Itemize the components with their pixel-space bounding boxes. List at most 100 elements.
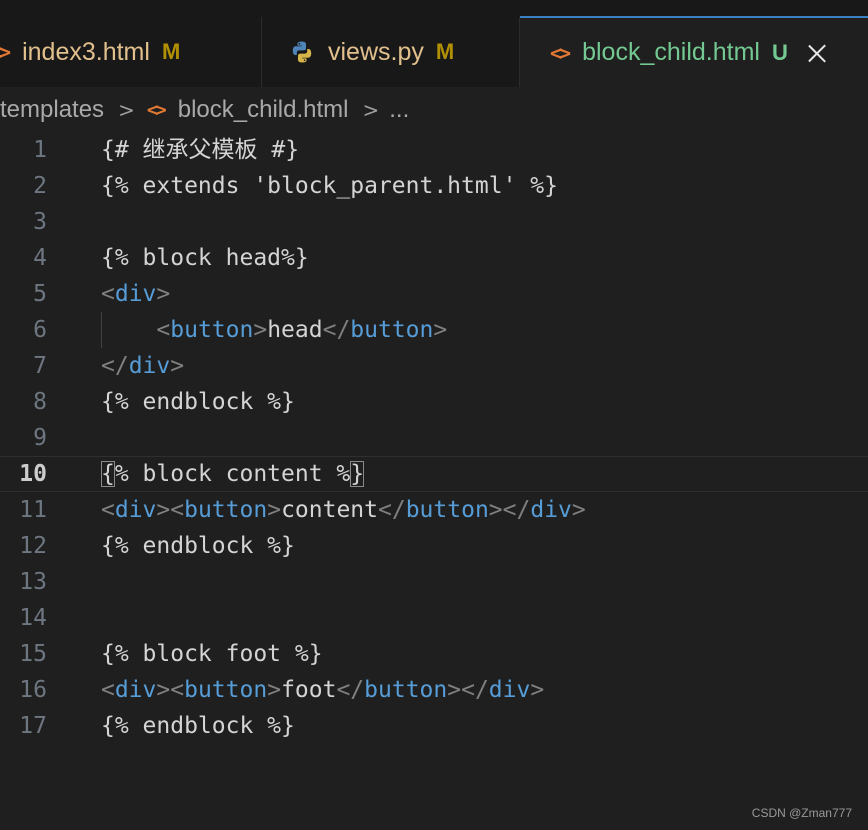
code-token-tag: div — [114, 677, 157, 703]
code-token-punc: >< — [156, 677, 185, 703]
code-token-tpl: {% endblock %} — [101, 713, 295, 739]
code-line[interactable]: 2 {% extends 'block_parent.html' %} — [0, 168, 868, 204]
code-text: <div><button>content</button></div> — [101, 492, 586, 528]
line-number: 10 — [19, 461, 47, 487]
matched-bracket: } — [350, 461, 365, 487]
editor-window: <> index3.html M views.py M <> block_chi… — [0, 0, 868, 830]
line-number: 9 — [33, 425, 47, 451]
breadcrumb: templates > <> block_child.html > ... — [0, 88, 868, 132]
line-number: 3 — [33, 209, 47, 235]
code-token-punc: > — [267, 677, 282, 703]
breadcrumb-file[interactable]: block_child.html — [178, 96, 349, 124]
code-text: {% endblock %} — [101, 384, 295, 420]
code-token-text: foot — [281, 677, 337, 703]
code-text: {% endblock %} — [101, 708, 295, 744]
html-file-icon: <> — [0, 40, 11, 64]
code-token-punc: > — [267, 497, 282, 523]
line-number: 7 — [33, 353, 47, 379]
code-line[interactable]: 6 <button>head</button> — [0, 312, 868, 348]
code-token-tag: button — [405, 497, 489, 523]
code-line[interactable]: 7 </div> — [0, 348, 868, 384]
watermark: CSDN @Zman777 — [751, 806, 852, 820]
untracked-badge: U — [771, 39, 788, 65]
code-token-punc: > — [253, 317, 268, 343]
code-token-punc: < — [156, 317, 171, 343]
code-text: {% block head%} — [101, 240, 309, 276]
code-line[interactable]: 4 {% block head%} — [0, 240, 868, 276]
code-token-tag: button — [170, 317, 254, 343]
code-token-punc: >< — [156, 497, 185, 523]
tab-index3-html[interactable]: <> index3.html M — [0, 17, 262, 87]
code-text: {% block foot %} — [101, 636, 323, 672]
breadcrumb-symbols[interactable]: ... — [389, 96, 409, 124]
code-text: {% endblock %} — [101, 528, 295, 564]
code-text: <button>head</button> — [101, 312, 447, 348]
tab-label: block_child.html — [582, 38, 760, 66]
code-token-text: content — [281, 497, 378, 523]
tab-views-py[interactable]: views.py M — [262, 17, 520, 87]
code-token-punc: > — [433, 317, 448, 343]
chevron-right-icon: > — [362, 98, 380, 122]
code-line[interactable]: 11 <div><button>content</button></div> — [0, 492, 868, 528]
line-number: 11 — [19, 497, 47, 523]
line-number: 17 — [19, 713, 47, 739]
code-line[interactable]: 12 {% endblock %} — [0, 528, 868, 564]
code-token-punc: < — [101, 281, 115, 307]
chevron-right-icon: > — [118, 98, 135, 122]
code-token-tag: button — [364, 677, 448, 703]
code-line[interactable]: 5 <div> — [0, 276, 868, 312]
code-token-punc: > — [571, 497, 586, 523]
code-text: <div> — [101, 276, 170, 312]
tab-block-child-html[interactable]: <> block_child.html U — [520, 16, 868, 87]
code-token-punc: > — [530, 677, 545, 703]
code-line[interactable]: 8 {% endblock %} — [0, 384, 868, 420]
code-token-punc: ></ — [488, 497, 531, 523]
line-number: 16 — [19, 677, 47, 703]
code-text: {% block content %} — [101, 457, 365, 491]
code-line[interactable]: 10 {% block content %} — [0, 456, 868, 492]
code-line[interactable]: 16 <div><button>foot</button></div> — [0, 672, 868, 708]
code-line[interactable]: 9 — [0, 420, 868, 456]
code-token-punc: </ — [101, 353, 129, 379]
code-token-punc: < — [101, 497, 115, 523]
code-token-tpl: {# 继承父模板 #} — [101, 137, 300, 163]
line-number: 14 — [19, 605, 47, 631]
code-token-tag: div — [530, 497, 572, 523]
code-line[interactable]: 17 {% endblock %} — [0, 708, 868, 744]
code-line[interactable]: 15 {% block foot %} — [0, 636, 868, 672]
modified-badge: M — [435, 39, 455, 64]
code-token-tag: div — [488, 677, 531, 703]
tab-label: views.py — [328, 37, 424, 66]
code-token-tpl: {% block head%} — [101, 245, 309, 271]
code-token-tpl: % block content % — [114, 461, 351, 487]
code-text: </div> — [101, 348, 184, 384]
code-line[interactable]: 14 — [0, 600, 868, 636]
line-number: 6 — [33, 317, 47, 343]
code-token-tag: div — [128, 353, 171, 379]
breadcrumb-folder[interactable]: templates — [0, 96, 104, 124]
matched-bracket: { — [101, 461, 115, 487]
code-editor[interactable]: 1 {# 继承父模板 #} 2 {% extends 'block_parent.ht… — [0, 132, 868, 830]
line-number: 8 — [33, 389, 47, 415]
python-icon — [290, 40, 314, 64]
tab-bar: <> index3.html M views.py M <> block_chi… — [0, 0, 868, 87]
code-token-tpl: {% extends 'block_parent.html' %} — [101, 173, 558, 199]
code-token-punc: > — [156, 281, 171, 307]
line-number: 5 — [33, 281, 47, 307]
code-token-tag: button — [184, 497, 268, 523]
code-text: <div><button>foot</button></div> — [101, 672, 544, 708]
code-token-tag: button — [184, 677, 268, 703]
code-token-tpl: {% endblock %} — [101, 533, 295, 559]
code-line[interactable]: 1 {# 继承父模板 #} — [0, 132, 868, 168]
code-text: {% extends 'block_parent.html' %} — [101, 168, 558, 204]
code-line[interactable]: 13 — [0, 564, 868, 600]
line-number: 1 — [33, 137, 47, 163]
html-file-icon: <> — [146, 99, 167, 121]
code-token-tag: div — [114, 497, 157, 523]
code-line[interactable]: 3 — [0, 204, 868, 240]
line-number: 4 — [33, 245, 47, 271]
code-token-punc: < — [101, 677, 115, 703]
line-number: 2 — [33, 173, 47, 199]
close-icon[interactable] — [806, 42, 828, 64]
